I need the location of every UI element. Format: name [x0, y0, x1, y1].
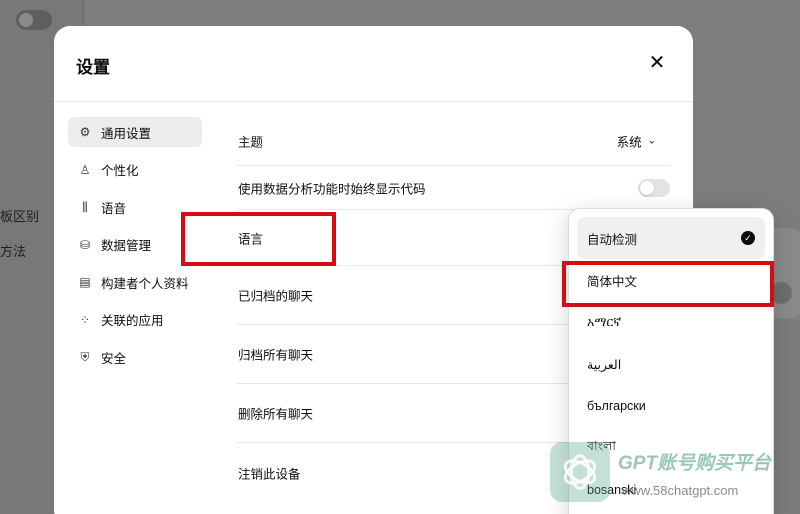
language-option-zh-hans[interactable]: 简体中文	[577, 259, 765, 301]
language-option-bosnian[interactable]: bosanski	[577, 469, 765, 511]
delete-all-label: 删除所有聊天	[238, 407, 314, 422]
language-option-bengali[interactable]: বাংলা	[577, 427, 765, 469]
archived-chats-label: 已归档的聊天	[238, 289, 314, 304]
language-option-amharic[interactable]: አማርኛ	[577, 301, 765, 343]
language-option-label: български	[587, 399, 646, 413]
waveform-icon: ⫼	[82, 199, 88, 214]
archive-all-label: 归档所有聊天	[238, 348, 314, 363]
analysis-code-row: 使用数据分析功能时始终显示代码	[237, 166, 670, 210]
apps-grid-icon: ⁘	[79, 312, 91, 327]
nav-item-label: 语音	[101, 201, 127, 216]
language-option-label: 简体中文	[587, 274, 638, 289]
nav-item-security[interactable]: ⛨ 安全	[68, 342, 202, 372]
close-icon: ✕	[648, 52, 666, 74]
id-card-icon: ▤	[79, 275, 91, 289]
logout-device-label: 注销此设备	[238, 467, 301, 481]
database-icon: ⛁	[79, 237, 91, 252]
settings-nav: ⚙ 通用设置 ♙ 个性化 ⫼ 语音 ⛁ 数据管理 ▤ 构建者个人资料 ⁘ 关联的…	[68, 117, 202, 380]
language-dropdown: 自动检测 ✓ 简体中文 አማርኛ العربية български বাংলা…	[568, 208, 774, 514]
modal-header: 设置 ✕	[54, 26, 693, 102]
background-text: 板区别	[0, 209, 40, 224]
language-label: 语言	[238, 232, 264, 246]
chevron-down-icon: ⌄	[647, 135, 656, 147]
language-option-label: 自动检测	[587, 232, 638, 247]
theme-row: 主题 系统 ⌄	[237, 117, 670, 166]
language-option-label: বাংলা	[587, 439, 616, 453]
analysis-code-toggle[interactable]	[638, 178, 670, 197]
language-option-label: العربية	[587, 357, 622, 372]
language-option-auto[interactable]: 自动检测 ✓	[577, 217, 765, 259]
nav-item-label: 构建者个人资料	[101, 276, 189, 291]
nav-item-personalization[interactable]: ♙ 个性化	[68, 155, 202, 185]
check-icon: ✓	[741, 231, 755, 245]
language-option-bulgarian[interactable]: български	[577, 385, 765, 427]
nav-item-builder-profile[interactable]: ▤ 构建者个人资料	[68, 267, 202, 297]
close-button[interactable]: ✕	[645, 52, 669, 76]
nav-item-label: 通用设置	[101, 126, 152, 141]
nav-item-voice[interactable]: ⫼ 语音	[68, 192, 202, 222]
background-toggle	[16, 10, 52, 30]
theme-select[interactable]: 系统 ⌄	[617, 132, 656, 151]
nav-item-data-controls[interactable]: ⛁ 数据管理	[68, 230, 202, 260]
nav-item-connected-apps[interactable]: ⁘ 关联的应用	[68, 305, 202, 335]
nav-item-label: 关联的应用	[101, 314, 164, 328]
theme-label: 主题	[238, 135, 264, 150]
user-icon: ♙	[79, 162, 91, 177]
language-option-arabic[interactable]: العربية	[577, 343, 765, 385]
analysis-code-label: 使用数据分析功能时始终显示代码	[238, 182, 426, 196]
modal-title: 设置	[76, 58, 110, 77]
shield-icon: ⛨	[80, 349, 90, 364]
language-option-label: bosanski	[587, 483, 637, 497]
background-text: 方法	[0, 244, 27, 259]
gear-icon: ⚙	[79, 125, 91, 139]
nav-item-label: 安全	[101, 351, 127, 366]
language-option-label: አማርኛ	[587, 314, 622, 329]
nav-item-general[interactable]: ⚙ 通用设置	[68, 117, 202, 147]
nav-item-label: 个性化	[101, 164, 139, 178]
theme-value: 系统	[616, 135, 642, 150]
nav-item-label: 数据管理	[101, 239, 152, 253]
